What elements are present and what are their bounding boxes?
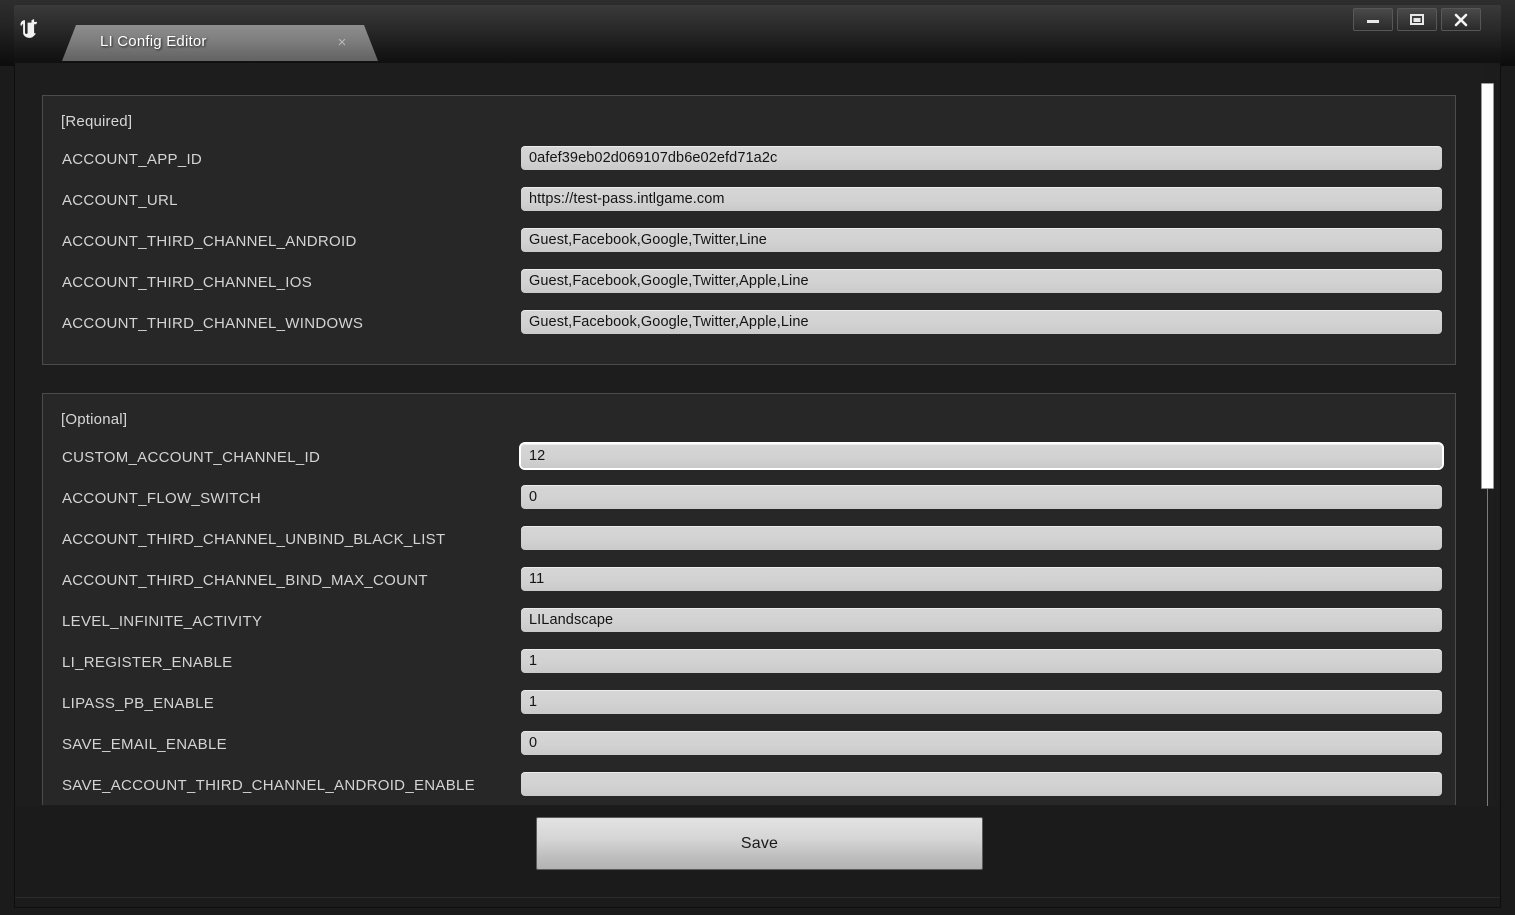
field-row: ACCOUNT_THIRD_CHANNEL_ANDROID Guest,Faceb… bbox=[43, 222, 1455, 263]
field-value: Guest,Facebook,Google,Twitter,Apple,Line bbox=[529, 314, 809, 330]
field-value: 0 bbox=[529, 489, 537, 505]
section-required: [Required] ACCOUNT_APP_ID 0afef39eb02d069… bbox=[42, 95, 1456, 365]
field-label: ACCOUNT_THIRD_CHANNEL_ANDROID bbox=[62, 233, 357, 250]
field-input[interactable]: Guest,Facebook,Google,Twitter,Line bbox=[521, 228, 1442, 252]
tab-title: LI Config Editor bbox=[100, 33, 207, 50]
field-value: https://test-pass.intlgame.com bbox=[529, 191, 725, 207]
footer-bar: Save bbox=[15, 806, 1500, 907]
field-input[interactable]: Guest,Facebook,Google,Twitter,Apple,Line bbox=[521, 310, 1442, 334]
field-input[interactable]: https://test-pass.intlgame.com bbox=[521, 187, 1442, 211]
field-row: ACCOUNT_URL https://test-pass.intlgame.co… bbox=[43, 181, 1455, 222]
field-label: ACCOUNT_THIRD_CHANNEL_UNBIND_BLACK_LIST bbox=[62, 531, 445, 548]
field-row: LIPASS_PB_ENABLE 1 bbox=[43, 684, 1455, 725]
field-label: ACCOUNT_URL bbox=[62, 192, 178, 209]
field-row: SAVE_EMAIL_ENABLE 0 bbox=[43, 725, 1455, 766]
field-label: LEVEL_INFINITE_ACTIVITY bbox=[62, 613, 262, 630]
config-scroll-viewport: [Required] ACCOUNT_APP_ID 0afef39eb02d069… bbox=[15, 63, 1485, 805]
field-label: ACCOUNT_FLOW_SWITCH bbox=[62, 490, 261, 507]
field-value: 1 bbox=[529, 653, 537, 669]
field-input[interactable]: Guest,Facebook,Google,Twitter,Apple,Line bbox=[521, 269, 1442, 293]
footer-divider bbox=[15, 897, 1500, 898]
field-input[interactable]: 1 bbox=[521, 649, 1442, 673]
save-button[interactable]: Save bbox=[536, 817, 983, 870]
field-row: ACCOUNT_THIRD_CHANNEL_UNBIND_BLACK_LIST bbox=[43, 520, 1455, 561]
close-icon bbox=[1453, 13, 1469, 27]
window-controls bbox=[1353, 8, 1481, 31]
vertical-scrollbar[interactable] bbox=[1481, 83, 1494, 853]
field-row: ACCOUNT_THIRD_CHANNEL_IOS Guest,Facebook,… bbox=[43, 263, 1455, 304]
field-label: LI_REGISTER_ENABLE bbox=[62, 654, 232, 671]
unreal-editor-window: LI Config Editor × bbox=[0, 0, 1515, 915]
field-input[interactable]: 0 bbox=[521, 485, 1442, 509]
minimize-icon bbox=[1365, 15, 1381, 25]
field-row: SAVE_ACCOUNT_THIRD_CHANNEL_ANDROID_ENABL… bbox=[43, 766, 1455, 805]
field-row: LEVEL_INFINITE_ACTIVITY LILandscape bbox=[43, 602, 1455, 643]
field-label: CUSTOM_ACCOUNT_CHANNEL_ID bbox=[62, 449, 320, 466]
field-input[interactable] bbox=[521, 772, 1442, 796]
field-label: ACCOUNT_THIRD_CHANNEL_IOS bbox=[62, 274, 312, 291]
field-input[interactable]: 0 bbox=[521, 731, 1442, 755]
field-row: ACCOUNT_THIRD_CHANNEL_WINDOWS Guest,Faceb… bbox=[43, 304, 1455, 345]
field-value: 11 bbox=[529, 571, 544, 587]
scrollbar-thumb[interactable] bbox=[1481, 83, 1494, 489]
unreal-engine-logo-icon bbox=[9, 9, 51, 49]
field-label: ACCOUNT_THIRD_CHANNEL_BIND_MAX_COUNT bbox=[62, 572, 428, 589]
field-label: SAVE_ACCOUNT_THIRD_CHANNEL_ANDROID_ENABL… bbox=[62, 777, 475, 794]
field-input[interactable]: 12 bbox=[521, 444, 1442, 468]
field-input[interactable]: 1 bbox=[521, 690, 1442, 714]
section-optional: [Optional] CUSTOM_ACCOUNT_CHANNEL_ID 12 AC… bbox=[42, 393, 1456, 805]
field-value: LILandscape bbox=[529, 612, 613, 628]
field-value: Guest,Facebook,Google,Twitter,Apple,Line bbox=[529, 273, 809, 289]
field-input[interactable]: LILandscape bbox=[521, 608, 1442, 632]
section-required-header: [Required] bbox=[61, 113, 132, 130]
field-row: ACCOUNT_FLOW_SWITCH 0 bbox=[43, 479, 1455, 520]
field-label: ACCOUNT_THIRD_CHANNEL_WINDOWS bbox=[62, 315, 363, 332]
field-row: ACCOUNT_THIRD_CHANNEL_BIND_MAX_COUNT 11 bbox=[43, 561, 1455, 602]
maximize-button[interactable] bbox=[1397, 8, 1437, 31]
maximize-icon bbox=[1409, 13, 1425, 26]
section-optional-header: [Optional] bbox=[61, 411, 127, 428]
title-bar: LI Config Editor × bbox=[0, 0, 1515, 66]
minimize-button[interactable] bbox=[1353, 8, 1393, 31]
field-label: ACCOUNT_APP_ID bbox=[62, 151, 202, 168]
field-label: SAVE_EMAIL_ENABLE bbox=[62, 736, 227, 753]
field-value: 0 bbox=[529, 735, 537, 751]
field-value: 12 bbox=[529, 448, 545, 464]
tab-close-icon[interactable]: × bbox=[334, 34, 350, 50]
field-value: 1 bbox=[529, 694, 537, 710]
field-row: LI_REGISTER_ENABLE 1 bbox=[43, 643, 1455, 684]
field-value: Guest,Facebook,Google,Twitter,Line bbox=[529, 232, 767, 248]
save-button-label: Save bbox=[741, 835, 778, 853]
field-input[interactable]: 11 bbox=[521, 567, 1442, 591]
field-row: CUSTOM_ACCOUNT_CHANNEL_ID 12 bbox=[43, 438, 1455, 479]
field-input[interactable]: 0afef39eb02d069107db6e02efd71a2c bbox=[521, 146, 1442, 170]
field-row: ACCOUNT_APP_ID 0afef39eb02d069107db6e02ef… bbox=[43, 140, 1455, 181]
window-body: [Required] ACCOUNT_APP_ID 0afef39eb02d069… bbox=[14, 63, 1501, 908]
close-button[interactable] bbox=[1441, 8, 1481, 31]
field-value: 0afef39eb02d069107db6e02efd71a2c bbox=[529, 150, 777, 166]
field-input[interactable] bbox=[521, 526, 1442, 550]
field-label: LIPASS_PB_ENABLE bbox=[62, 695, 214, 712]
